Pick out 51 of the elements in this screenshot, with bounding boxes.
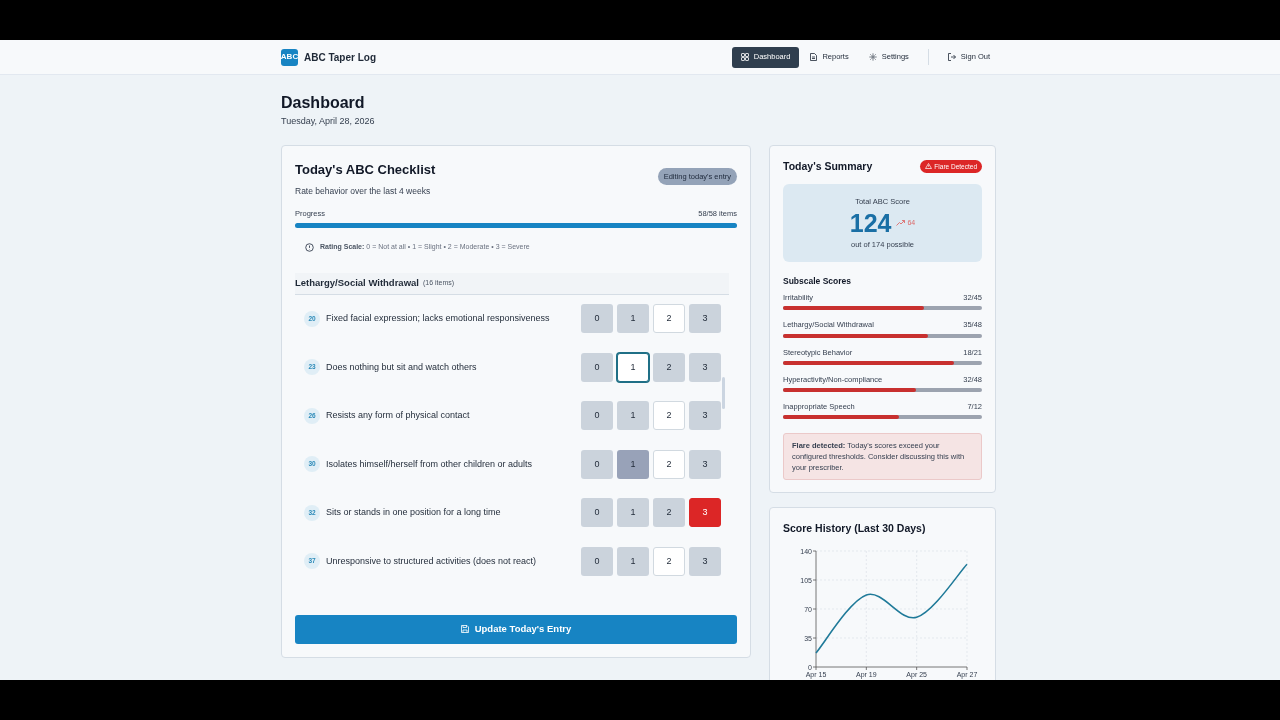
- section-title: Lethargy/Social Withdrawal: [295, 275, 419, 290]
- document-icon: [810, 53, 818, 61]
- rating-option[interactable]: 1: [617, 401, 649, 431]
- card-title: Score History (Last 30 Days): [783, 521, 927, 537]
- item-text: Unresponsive to structured activities (does not react): [326, 554, 538, 568]
- card-title: Today's Summary: [783, 158, 873, 174]
- grid-icon: [740, 53, 749, 61]
- rating-option[interactable]: 3: [689, 401, 721, 431]
- rating-option[interactable]: 2: [653, 546, 685, 576]
- page-date: Tuesday, April 28, 2026: [281, 115, 376, 128]
- scrollbar-thumb[interactable]: [722, 376, 725, 409]
- rating-option[interactable]: 2: [653, 352, 685, 382]
- rating-option[interactable]: 2: [653, 449, 685, 479]
- rating-option[interactable]: 3: [689, 546, 721, 576]
- item-text: Isolates himself/herself from other children or adults: [326, 457, 534, 471]
- rating-option[interactable]: 3: [689, 304, 721, 334]
- rating-option[interactable]: 1: [617, 352, 649, 382]
- card-title: Today's ABC Checklist: [295, 160, 436, 179]
- rating-option[interactable]: 0: [581, 546, 613, 576]
- settings-icon: [868, 53, 877, 61]
- rating-option[interactable]: 2: [653, 304, 685, 334]
- subscale-heading: Subscale Scores: [783, 275, 853, 288]
- rating-option[interactable]: 0: [581, 352, 613, 382]
- rating-option[interactable]: 2: [653, 498, 685, 528]
- rating-option[interactable]: 1: [617, 304, 649, 334]
- app-logo: ABC: [281, 48, 298, 66]
- sign-out-icon: [947, 53, 956, 61]
- rating-option[interactable]: 0: [581, 449, 613, 479]
- info-icon: [305, 242, 314, 252]
- total-score: 124: [849, 207, 892, 239]
- rating-option[interactable]: 0: [581, 401, 613, 431]
- trend-up-icon: [896, 220, 906, 227]
- rating-option[interactable]: 2: [653, 401, 685, 431]
- item-text: Resists any form of physical contact: [326, 409, 471, 423]
- item-text: Does nothing but sit and watch others: [326, 360, 478, 374]
- rating-option[interactable]: 1: [617, 498, 649, 528]
- card-subtitle: Rate behavior over the last 4 weeks: [295, 185, 432, 198]
- save-icon: [460, 625, 469, 633]
- app-name: ABC Taper Log: [304, 50, 377, 65]
- rating-option[interactable]: 1: [617, 546, 649, 576]
- page-title: Dashboard: [281, 93, 366, 113]
- update-entry-button[interactable]: Update Today's Entry: [295, 614, 737, 644]
- rating-option[interactable]: 3: [689, 449, 721, 479]
- rating-option[interactable]: 3: [689, 352, 721, 382]
- item-text: Fixed facial expression; lacks emotional responsiveness: [326, 312, 551, 326]
- item-text: Sits or stands in one position for a long time: [326, 506, 502, 520]
- warning-icon: [925, 163, 933, 170]
- rating-option[interactable]: 0: [581, 304, 613, 334]
- rating-option[interactable]: 3: [689, 498, 721, 528]
- rating-option[interactable]: 1: [617, 449, 649, 479]
- rating-option[interactable]: 0: [581, 498, 613, 528]
